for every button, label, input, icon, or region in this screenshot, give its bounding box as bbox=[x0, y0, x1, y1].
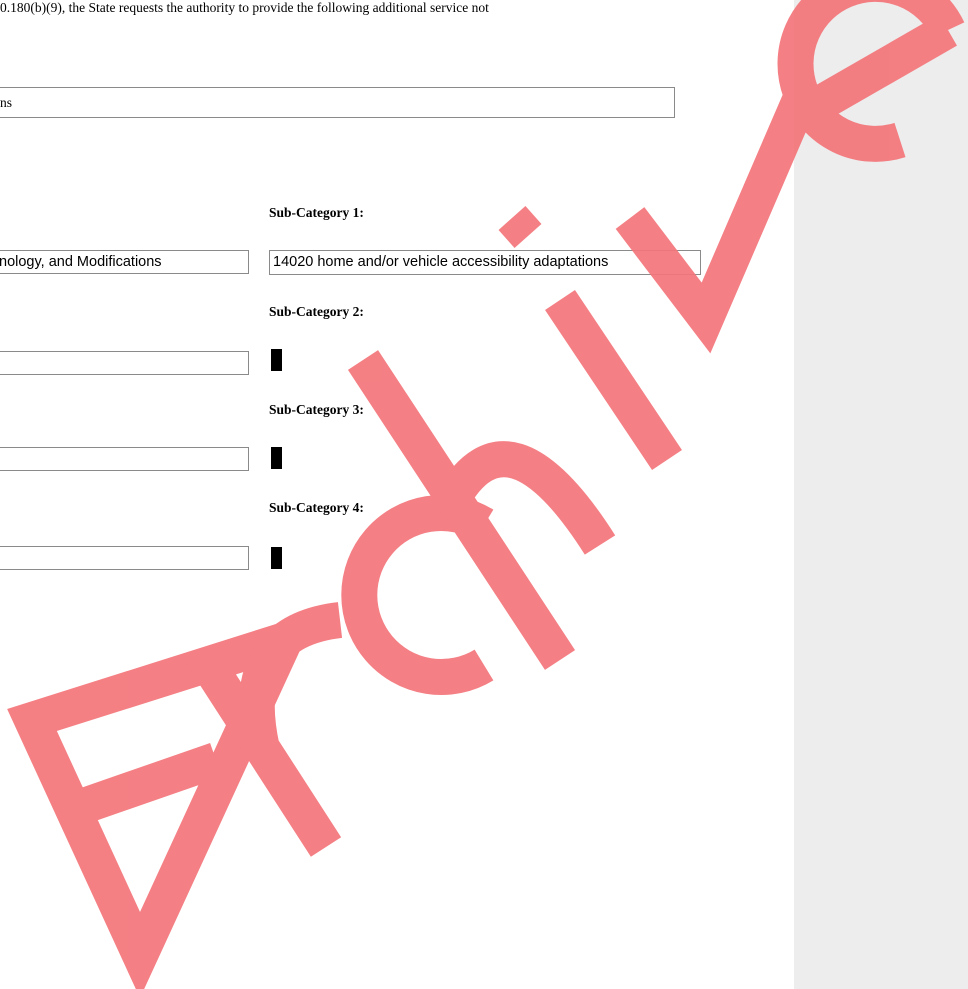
intro-paragraph: 0.180(b)(9), the State requests the auth… bbox=[0, 0, 489, 15]
document-page: 0.180(b)(9), the State requests the auth… bbox=[0, 0, 968, 989]
category-3-field bbox=[0, 447, 249, 471]
sub-category-1-value: 14020 home and/or vehicle accessibility … bbox=[273, 254, 609, 270]
sub-category-3-label: Sub-Category 3: bbox=[269, 402, 364, 417]
watermark-letter-i-dot bbox=[498, 206, 542, 248]
sub-category-2-field-marker bbox=[271, 349, 282, 371]
sub-category-3-field-marker bbox=[271, 447, 282, 469]
sub-category-1-label: Sub-Category 1: bbox=[269, 205, 364, 220]
watermark-letter-a bbox=[7, 610, 319, 989]
sub-category-4-field-marker bbox=[271, 547, 282, 569]
watermark-letter-i bbox=[545, 289, 682, 471]
category-1-field: nology, and Modifications bbox=[0, 250, 249, 274]
service-title-field: ns bbox=[0, 87, 675, 118]
watermark-letter-h bbox=[347, 350, 616, 670]
sub-category-2-label: Sub-Category 2: bbox=[269, 304, 364, 319]
category-1-value: nology, and Modifications bbox=[0, 254, 162, 270]
comment-margin-panel bbox=[794, 0, 968, 989]
sub-category-4-label: Sub-Category 4: bbox=[269, 500, 364, 515]
watermark-letter-r bbox=[186, 602, 343, 857]
sub-category-1-field: 14020 home and/or vehicle accessibility … bbox=[269, 250, 701, 275]
watermark-letter-v bbox=[615, 92, 817, 354]
service-title-value: ns bbox=[0, 95, 13, 110]
category-4-field bbox=[0, 546, 249, 570]
category-2-field bbox=[0, 351, 249, 375]
watermark-letter-c bbox=[341, 495, 494, 695]
